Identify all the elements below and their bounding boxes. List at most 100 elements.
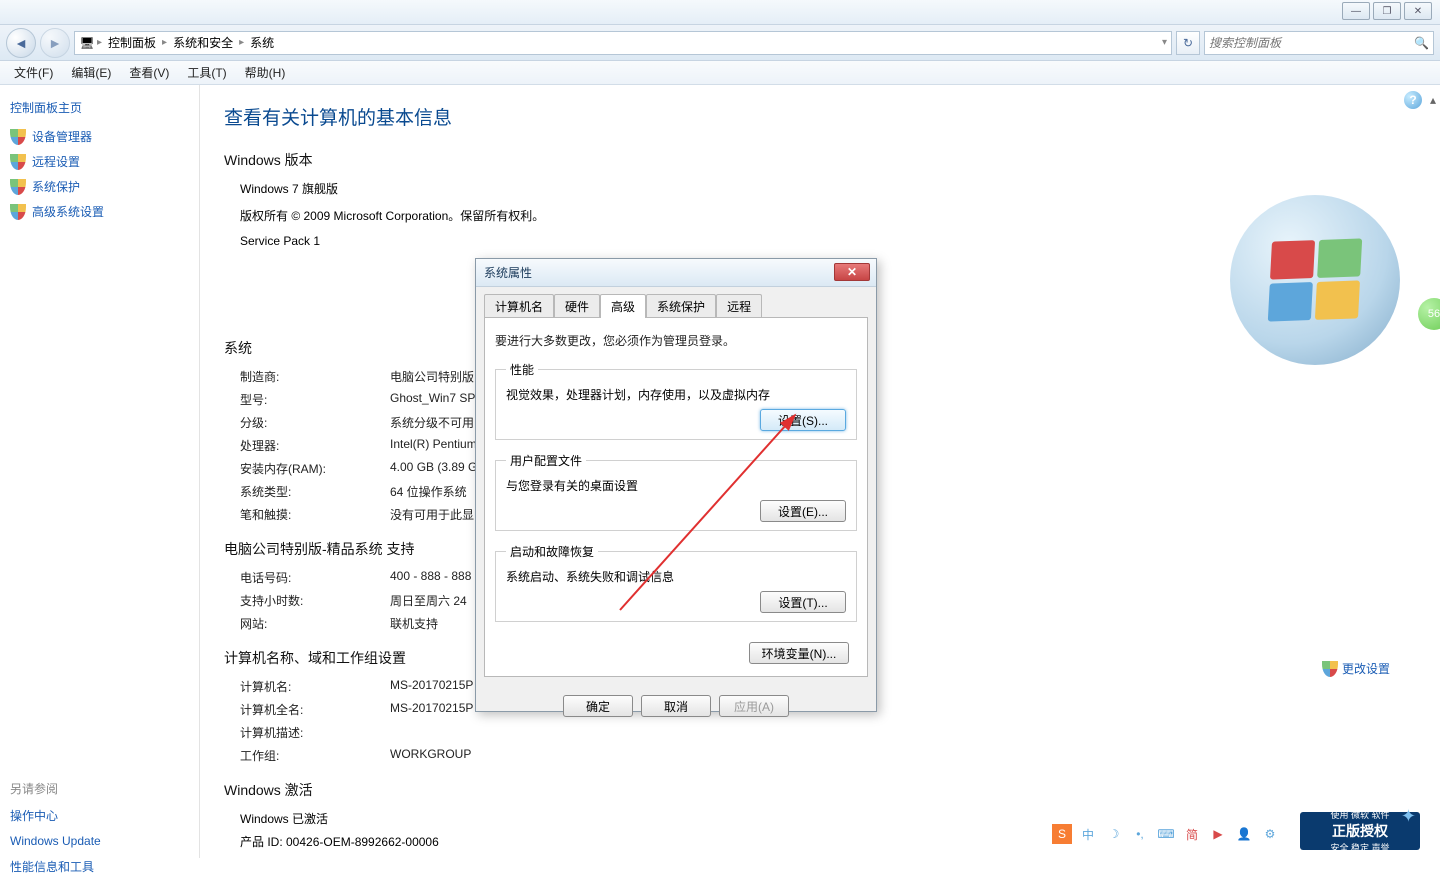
sidebar-item-remote[interactable]: 远程设置 (10, 153, 189, 170)
performance-settings-button[interactable]: 设置(S)... (760, 409, 846, 431)
ime-moon-icon[interactable]: ☽ (1104, 824, 1124, 844)
sidebar-item-label: 高级系统设置 (32, 203, 104, 220)
copyright-text: 版权所有 © 2009 Microsoft Corporation。保留所有权利… (240, 207, 1420, 224)
breadcrumb-bar[interactable]: 🖥 ▸ 控制面板 ▸ 系统和安全 ▸ 系统 ▾ (74, 31, 1172, 55)
window-titlebar: — ❐ ✕ (0, 0, 1440, 25)
site-label: 网站: (240, 615, 390, 632)
startup-legend: 启动和故障恢复 (506, 543, 598, 560)
chevron-down-icon[interactable]: ▾ (1162, 37, 1167, 48)
userprofile-legend: 用户配置文件 (506, 452, 586, 469)
ime-video-icon[interactable]: ▶ (1208, 824, 1228, 844)
refresh-button[interactable]: ↻ (1176, 31, 1200, 55)
dialog-close-button[interactable]: ✕ (834, 263, 870, 281)
hours-value: 周日至周六 24 (390, 592, 467, 609)
dialog-tabstrip: 计算机名 硬件 高级 系统保护 远程 (476, 287, 876, 317)
system-properties-dialog: 系统属性 ✕ 计算机名 硬件 高级 系统保护 远程 要进行大多数更改，您必须作为… (475, 258, 877, 712)
pen-label: 笔和触摸: (240, 506, 390, 523)
performance-legend: 性能 (506, 361, 538, 378)
menu-bar: 文件(F) 编辑(E) 查看(V) 工具(T) 帮助(H) (0, 61, 1440, 85)
see-also-windows-update[interactable]: Windows Update (10, 834, 189, 848)
search-icon[interactable]: 🔍 (1414, 36, 1429, 50)
page-title: 查看有关计算机的基本信息 (224, 103, 1420, 130)
dialog-title[interactable]: 系统属性 (476, 259, 876, 287)
help-icon[interactable]: ? (1404, 91, 1422, 109)
computer-name-label: 计算机名: (240, 678, 390, 695)
apply-button[interactable]: 应用(A) (719, 695, 789, 717)
pen-value: 没有可用于此显 (390, 506, 474, 523)
performance-group: 性能 视觉效果，处理器计划，内存使用，以及虚拟内存 设置(S)... (495, 361, 857, 440)
userprofile-desc: 与您登录有关的桌面设置 (506, 477, 846, 494)
menu-file[interactable]: 文件(F) (6, 62, 61, 83)
tab-advanced[interactable]: 高级 (600, 294, 646, 318)
breadcrumb-item[interactable]: 系统和安全 (169, 34, 237, 51)
genuine-badge[interactable]: ✦ 使用 微软 软件 正版授权 安全 稳定 声誉 (1300, 812, 1420, 850)
nav-back-button[interactable]: ◄ (6, 28, 36, 58)
sidebar-home-link[interactable]: 控制面板主页 (10, 99, 189, 116)
nav-forward-button[interactable]: ► (40, 28, 70, 58)
sidebar-item-label: 远程设置 (32, 153, 80, 170)
chevron-right-icon: ▸ (239, 37, 244, 48)
ime-keyboard-icon[interactable]: ⌨ (1156, 824, 1176, 844)
ime-punct-icon[interactable]: •, (1130, 824, 1150, 844)
ime-toolbar: S 中 ☽ •, ⌨ 简 ▶ 👤 ⚙ (1052, 824, 1280, 844)
sidebar-item-advanced[interactable]: 高级系统设置 (10, 203, 189, 220)
window-minimize-button[interactable]: — (1342, 2, 1370, 20)
menu-tools[interactable]: 工具(T) (179, 62, 234, 83)
shield-icon (10, 129, 26, 145)
sidebar-item-protection[interactable]: 系统保护 (10, 178, 189, 195)
environment-variables-button[interactable]: 环境变量(N)... (749, 642, 849, 664)
performance-desc: 视觉效果，处理器计划，内存使用，以及虚拟内存 (506, 386, 846, 403)
sidebar: 控制面板主页 设备管理器 远程设置 系统保护 高级系统设置 另请参阅 操作中心 … (0, 85, 200, 858)
tab-hardware[interactable]: 硬件 (554, 294, 600, 318)
genuine-big: 正版授权 (1332, 821, 1388, 841)
workgroup-value: WORKGROUP (390, 747, 471, 764)
ime-gear-icon[interactable]: ⚙ (1260, 824, 1280, 844)
see-also-section: 另请参阅 操作中心 Windows Update 性能信息和工具 (10, 780, 189, 875)
sidebar-item-label: 系统保护 (32, 178, 80, 195)
hours-label: 支持小时数: (240, 592, 390, 609)
search-box[interactable]: 🔍 (1204, 31, 1434, 55)
ime-jian-icon[interactable]: 简 (1182, 824, 1202, 844)
ram-value: 4.00 GB (3.89 G (390, 460, 477, 477)
breadcrumb-item[interactable]: 系统 (246, 34, 278, 51)
rating-link[interactable]: 系统分级不可用 (390, 414, 474, 431)
activation-heading: Windows 激活 (224, 780, 1420, 800)
cancel-button[interactable]: 取消 (641, 695, 711, 717)
ram-label: 安装内存(RAM): (240, 460, 390, 477)
userprofile-settings-button[interactable]: 设置(E)... (760, 500, 846, 522)
ime-person-icon[interactable]: 👤 (1234, 824, 1254, 844)
workgroup-label: 工作组: (240, 747, 390, 764)
window-maximize-button[interactable]: ❐ (1373, 2, 1401, 20)
manufacturer-label: 制造商: (240, 368, 390, 385)
model-value: Ghost_Win7 SP (390, 391, 475, 408)
genuine-small1: 使用 微软 软件 (1330, 808, 1389, 821)
search-input[interactable] (1209, 36, 1414, 50)
startup-desc: 系统启动、系统失败和调试信息 (506, 568, 846, 585)
see-also-action-center[interactable]: 操作中心 (10, 807, 189, 824)
breadcrumb-item[interactable]: 控制面板 (104, 34, 160, 51)
dialog-footer: 确定 取消 应用(A) (476, 687, 876, 725)
windows-logo (1230, 195, 1400, 365)
change-settings-link[interactable]: 更改设置 (1322, 660, 1390, 677)
ime-zhong-icon[interactable]: 中 (1078, 824, 1098, 844)
tab-computer-name[interactable]: 计算机名 (484, 294, 554, 318)
full-name-label: 计算机全名: (240, 701, 390, 718)
startup-settings-button[interactable]: 设置(T)... (760, 591, 846, 613)
tab-remote[interactable]: 远程 (716, 294, 762, 318)
see-also-heading: 另请参阅 (10, 780, 189, 797)
ok-button[interactable]: 确定 (563, 695, 633, 717)
ime-sogou-icon[interactable]: S (1052, 824, 1072, 844)
tab-protection[interactable]: 系统保护 (646, 294, 716, 318)
address-bar: ◄ ► 🖥 ▸ 控制面板 ▸ 系统和安全 ▸ 系统 ▾ ↻ 🔍 (0, 25, 1440, 61)
window-close-button[interactable]: ✕ (1404, 2, 1432, 20)
menu-help[interactable]: 帮助(H) (237, 62, 294, 83)
menu-edit[interactable]: 编辑(E) (63, 62, 119, 83)
phone-label: 电话号码: (240, 569, 390, 586)
site-link[interactable]: 联机支持 (390, 615, 438, 632)
menu-view[interactable]: 查看(V) (121, 62, 177, 83)
processor-value: Intel(R) Pentium (390, 437, 477, 454)
scroll-up-icon[interactable]: ▴ (1426, 91, 1440, 109)
sidebar-item-device-manager[interactable]: 设备管理器 (10, 128, 189, 145)
see-also-performance[interactable]: 性能信息和工具 (10, 858, 189, 875)
computer-icon: 🖥 (79, 35, 95, 51)
